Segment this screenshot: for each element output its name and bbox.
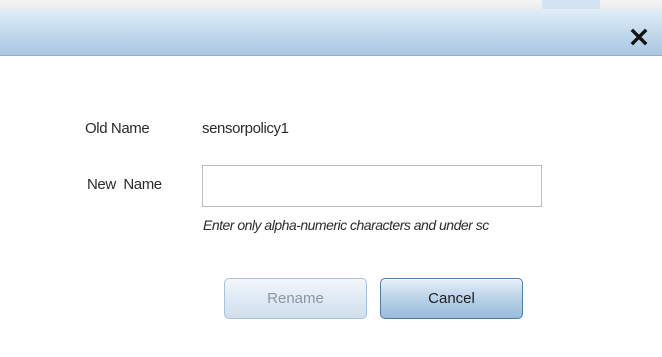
new-name-label: New Name xyxy=(87,176,162,193)
dialog-top-edge xyxy=(0,0,662,9)
rename-dialog: Old Name sensorpolicy1 New Name Enter on… xyxy=(0,0,662,357)
cancel-button[interactable]: Cancel xyxy=(380,278,523,319)
background-tab-fragment xyxy=(542,0,600,9)
old-name-label: Old Name xyxy=(85,120,150,137)
close-icon[interactable] xyxy=(630,28,648,46)
rename-button[interactable]: Rename xyxy=(224,278,367,319)
old-name-value: sensorpolicy1 xyxy=(202,120,289,137)
dialog-titlebar xyxy=(0,9,662,56)
hint-text: Enter only alpha-numeric characters and … xyxy=(203,217,489,233)
new-name-field[interactable] xyxy=(202,165,542,207)
